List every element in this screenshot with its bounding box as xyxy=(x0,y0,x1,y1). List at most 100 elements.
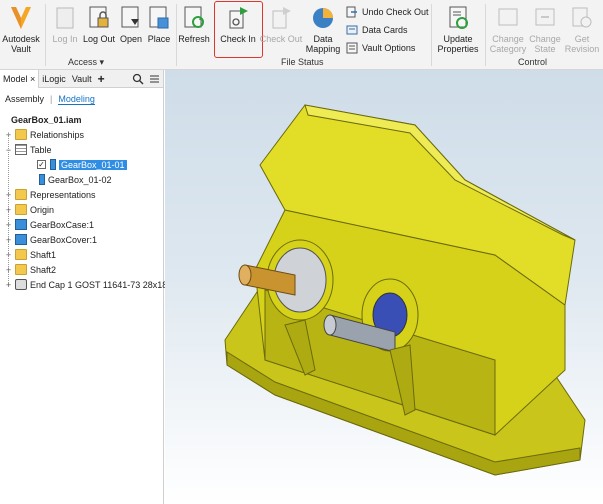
tree-row[interactable]: − Table xyxy=(4,142,52,157)
data-cards-icon xyxy=(346,24,358,36)
tree-item-label: GearBox_01.iam xyxy=(11,114,82,125)
separator xyxy=(431,4,432,66)
check-in-icon xyxy=(226,5,250,31)
check-out-icon xyxy=(269,5,293,31)
undo-icon xyxy=(346,6,358,18)
tab-model[interactable]: Model × xyxy=(0,69,40,88)
tab-model-label: Model xyxy=(3,73,28,84)
change-category-label-1: Change xyxy=(492,34,524,44)
vault-options-icon xyxy=(346,42,358,54)
tab-ilogic[interactable]: iLogic xyxy=(39,74,69,84)
update-properties-button[interactable]: Update Properties xyxy=(436,2,480,58)
tree-item-label: Table xyxy=(30,144,52,155)
tree-item-label: Shaft2 xyxy=(30,264,57,275)
tree-row[interactable]: + Shaft2 xyxy=(4,262,56,277)
gearbox-model xyxy=(224,104,586,476)
data-mapping-label-2: Mapping xyxy=(305,44,341,54)
tab-vault[interactable]: Vault xyxy=(69,74,95,84)
tree-row[interactable]: + Shaft1 xyxy=(4,247,56,262)
data-cards-label: Data Cards xyxy=(362,25,408,35)
checkbox-icon[interactable]: ✓ xyxy=(37,160,46,169)
tree-item-label: GearBox_01-02 xyxy=(48,174,112,185)
tree-row[interactable]: + GearBoxCover:1 xyxy=(4,232,97,247)
tree-item-label: End Cap 1 GOST 11641-73 28x18:1 xyxy=(30,279,175,290)
browser-tab-bar: Model × iLogic Vault + xyxy=(0,69,163,88)
open-label: Open xyxy=(119,34,143,44)
cap-icon xyxy=(15,279,27,290)
check-out-button[interactable]: Check Out xyxy=(259,2,303,58)
tree-row[interactable]: ✓ GearBox_01-01 xyxy=(28,157,127,172)
vault-options-button[interactable]: Vault Options xyxy=(346,40,415,56)
get-revision-button[interactable]: Get Revision xyxy=(563,2,601,58)
log-in-icon xyxy=(53,5,77,31)
refresh-button[interactable]: Refresh xyxy=(178,2,210,58)
refresh-label: Refresh xyxy=(178,34,210,44)
table-icon xyxy=(15,144,27,155)
data-mapping-button[interactable]: Data Mapping xyxy=(303,2,343,58)
log-out-button[interactable]: Log Out xyxy=(82,2,116,58)
vault-options-label: Vault Options xyxy=(362,43,416,53)
undo-check-out-button[interactable]: Undo Check Out xyxy=(346,4,429,20)
update-properties-label-1: Update xyxy=(443,34,473,44)
browser-subtabs: Assembly | Modeling xyxy=(0,88,163,110)
access-panel-label: Access ▾ xyxy=(68,57,105,67)
member-icon xyxy=(39,174,45,185)
add-tab-icon[interactable]: + xyxy=(95,72,108,86)
open-icon xyxy=(119,5,143,31)
tree-vertical-line xyxy=(8,133,9,283)
ribbon: Autodesk Vault Log In Log Out Open Place… xyxy=(0,0,603,70)
tree-row[interactable]: + Representations xyxy=(4,187,96,202)
tree-row[interactable]: GearBox_01-02 xyxy=(28,172,112,187)
check-in-button[interactable]: Check In xyxy=(216,2,260,58)
model-browser: Model × iLogic Vault + Assembly | Modeli… xyxy=(0,69,175,504)
place-button[interactable]: Place xyxy=(146,2,172,58)
folder-icon xyxy=(15,189,27,200)
tree-item-label: Shaft1 xyxy=(30,249,57,260)
subtab-assembly[interactable]: Assembly xyxy=(5,94,44,104)
open-button[interactable]: Open xyxy=(118,2,144,58)
change-state-label-1: Change xyxy=(529,34,561,44)
tree-item-label: Relationships xyxy=(30,129,85,140)
change-category-button[interactable]: Change Category xyxy=(489,2,527,58)
tree-item-label: GearBoxCover:1 xyxy=(30,234,98,245)
tree-row[interactable]: GearBox_01.iam xyxy=(2,112,82,127)
tree-item-label: GearBox_01-01 xyxy=(59,159,127,170)
log-in-label: Log In xyxy=(52,34,78,44)
tree-row[interactable]: + Relationships xyxy=(4,127,84,142)
autodesk-vault-button[interactable]: Autodesk Vault xyxy=(2,2,40,58)
lock-icon xyxy=(87,5,111,31)
subtab-divider: | xyxy=(50,94,53,104)
subtab-modeling[interactable]: Modeling xyxy=(58,94,95,105)
tree-row[interactable]: + GearBoxCase:1 xyxy=(4,217,94,232)
data-cards-button[interactable]: Data Cards xyxy=(346,22,408,38)
folder-icon xyxy=(15,129,27,140)
folder-icon xyxy=(15,264,27,275)
graphics-viewport[interactable] xyxy=(165,70,603,504)
check-out-label: Check Out xyxy=(259,34,303,44)
get-revision-label-1: Get xyxy=(574,34,590,44)
check-in-label: Check In xyxy=(220,34,256,44)
vault-label-1: Autodesk xyxy=(2,34,40,44)
control-panel-label: Control xyxy=(518,57,548,67)
menu-icon[interactable] xyxy=(149,73,160,87)
tree-item-label: GearBoxCase:1 xyxy=(30,219,95,230)
undo-check-out-label: Undo Check Out xyxy=(362,7,429,17)
folder-icon xyxy=(15,204,27,215)
vault-logo-icon xyxy=(9,5,33,31)
separator xyxy=(485,4,486,66)
get-revision-icon xyxy=(570,5,594,31)
place-icon xyxy=(147,5,171,31)
tree-row[interactable]: + End Cap 1 GOST 11641-73 28x18:1 xyxy=(4,277,175,292)
pie-chart-icon xyxy=(311,5,335,31)
vault-label-2: Vault xyxy=(11,44,31,54)
close-icon[interactable]: × xyxy=(30,74,35,84)
search-icon[interactable] xyxy=(132,73,144,87)
place-label: Place xyxy=(147,34,171,44)
log-in-button[interactable]: Log In xyxy=(51,2,79,58)
tree-item-label: Origin xyxy=(30,204,55,215)
tree-row[interactable]: + Origin xyxy=(4,202,54,217)
change-category-icon xyxy=(496,5,520,31)
file-status-panel-label: File Status xyxy=(281,57,324,67)
change-state-button[interactable]: Change State xyxy=(529,2,561,58)
update-properties-icon xyxy=(446,5,470,31)
